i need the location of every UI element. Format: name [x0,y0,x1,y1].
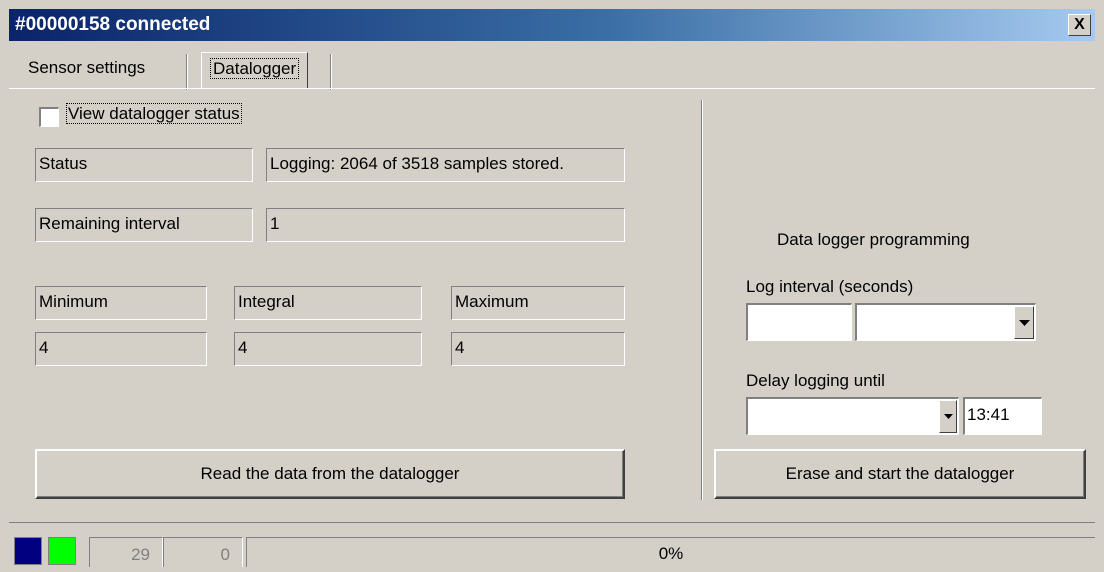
log-interval-label: Log interval (seconds) [746,277,914,296]
progress-bar: 0% [246,537,1095,567]
window-title: #00000158 connected [15,14,211,35]
remaining-interval-label: Remaining interval [35,208,253,242]
tab-datalogger[interactable]: Datalogger [201,52,309,88]
section-divider [701,100,703,500]
log-interval-unit-select[interactable] [855,303,1036,341]
status-label: Status [35,148,253,182]
statusbar-border [9,522,1095,523]
status-counter-1: 29 [89,537,163,567]
status-value: Logging: 2064 of 3518 samples stored. [266,148,625,182]
connection-indicator-green [48,537,76,565]
integral-label: Integral [234,286,422,320]
close-button[interactable]: X [1068,14,1091,36]
view-status-checkbox[interactable] [39,107,59,127]
tab-datalogger-label: Datalogger [210,58,300,79]
remaining-interval-value: 1 [266,208,625,242]
progress-text: 0% [658,544,684,563]
maximum-value: 4 [451,332,625,366]
tab-separator [330,54,332,90]
view-status-checkbox-label[interactable]: View datalogger status [66,103,242,124]
tab-sensor-settings[interactable]: Sensor settings [20,52,153,86]
tab-sensor-settings-label: Sensor settings [28,58,146,77]
tab-separator [186,54,188,90]
delay-time-input[interactable]: 13:41 [963,397,1042,435]
status-counter-2: 0 [163,537,243,567]
delay-date-dropdown-button[interactable] [939,400,957,433]
minimum-value: 4 [35,332,207,366]
log-interval-input[interactable] [746,303,852,341]
chevron-down-icon [1018,319,1030,326]
tab-panel-border [9,88,1095,89]
connection-indicator-blue [14,537,42,565]
read-data-button[interactable]: Read the data from the datalogger [35,449,625,499]
delay-logging-label: Delay logging until [746,371,885,390]
chevron-down-icon [943,414,953,419]
maximum-label: Maximum [451,286,625,320]
erase-start-button[interactable]: Erase and start the datalogger [714,449,1086,499]
log-interval-unit-dropdown-button[interactable] [1014,306,1034,339]
minimum-label: Minimum [35,286,207,320]
window-title-bar: #00000158 connected X [9,9,1095,41]
delay-date-select[interactable] [746,397,959,435]
integral-value: 4 [234,332,422,366]
close-icon: X [1074,16,1085,33]
programming-heading: Data logger programming [777,230,970,249]
